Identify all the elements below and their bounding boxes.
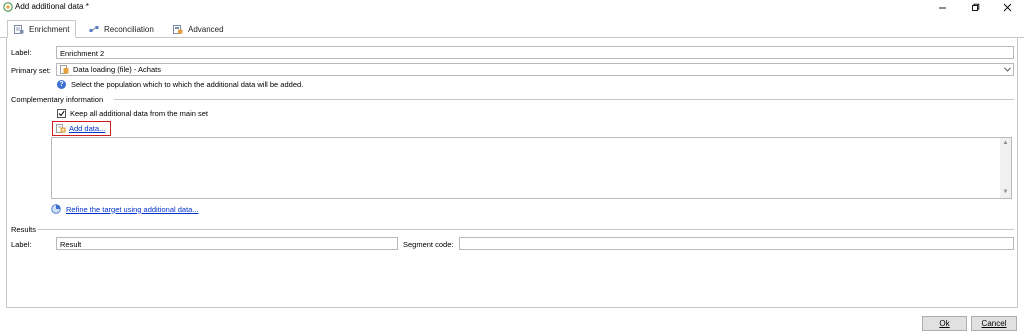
tab-advanced[interactable]: Advanced xyxy=(167,21,230,38)
label-caption: Label: xyxy=(11,48,32,57)
refine-target-label: Refine the target using additional data.… xyxy=(66,204,199,214)
add-data-link[interactable]: Add data... xyxy=(52,121,111,136)
window-title: Add additional data * xyxy=(15,2,89,11)
app-gear-icon xyxy=(3,2,13,12)
restore-button[interactable] xyxy=(958,0,992,14)
window-titlebar: Add additional data * xyxy=(0,0,1024,14)
chevron-down-icon[interactable] xyxy=(1001,64,1013,75)
result-label-caption: Label: xyxy=(11,240,32,249)
primary-set-help: ? Select the population which to which t… xyxy=(57,80,303,89)
keep-all-checkbox[interactable] xyxy=(57,109,66,118)
data-loading-icon xyxy=(60,65,69,74)
add-data-icon xyxy=(56,124,66,133)
segment-code-input[interactable] xyxy=(459,237,1014,250)
restore-icon xyxy=(971,3,979,11)
minimize-button[interactable] xyxy=(925,0,959,14)
refine-target-icon xyxy=(51,204,61,214)
label-input[interactable]: Enrichment 2 xyxy=(56,46,1014,59)
primary-set-value: Data loading (file) - Achats xyxy=(73,65,161,74)
complementary-divider xyxy=(114,99,1014,100)
complementary-section-title: Complementary information xyxy=(11,95,104,104)
enrichment-icon xyxy=(14,24,24,34)
cancel-button[interactable]: Cancel xyxy=(971,316,1017,331)
add-data-label: Add data... xyxy=(69,124,106,133)
cancel-button-label: Cancel xyxy=(981,319,1007,328)
minimize-icon xyxy=(938,7,946,8)
primary-set-caption: Primary set: xyxy=(11,66,52,75)
tab-enrichment-label: Enrichment xyxy=(29,24,70,34)
tab-reconciliation-label: Reconciliation xyxy=(104,25,154,34)
tab-strip: Enrichment Reconciliation Advanced xyxy=(0,14,1024,38)
advanced-icon xyxy=(173,25,183,34)
ok-button-label: Ok xyxy=(939,319,950,328)
tab-advanced-label: Advanced xyxy=(188,25,224,34)
help-icon: ? xyxy=(57,80,66,89)
close-button[interactable] xyxy=(990,0,1024,14)
ok-button[interactable]: Ok xyxy=(922,316,967,331)
keep-all-checkbox-row[interactable]: Keep all additional data from the main s… xyxy=(57,109,208,118)
results-section-title: Results xyxy=(11,225,37,234)
tab-reconciliation[interactable]: Reconciliation xyxy=(83,21,160,38)
keep-all-label: Keep all additional data from the main s… xyxy=(70,109,208,118)
scroll-down-icon[interactable]: ▼ xyxy=(1002,189,1009,196)
reconciliation-icon xyxy=(89,26,99,32)
primary-set-help-text: Select the population which to which the… xyxy=(71,80,304,89)
tab-enrichment[interactable]: Enrichment xyxy=(7,20,77,38)
primary-set-select[interactable]: Data loading (file) - Achats xyxy=(56,63,1014,76)
scroll-up-icon[interactable]: ▲ xyxy=(1002,140,1009,147)
close-icon xyxy=(1003,3,1011,11)
refine-target-link[interactable]: Refine the target using additional data.… xyxy=(51,204,199,214)
result-label-input[interactable]: Result xyxy=(56,237,398,250)
segment-code-caption: Segment code: xyxy=(403,240,454,249)
list-scrollbar[interactable]: ▲ ▼ xyxy=(1000,138,1011,198)
additional-data-list[interactable]: ▲ ▼ xyxy=(51,137,1012,199)
results-divider xyxy=(38,229,1014,230)
